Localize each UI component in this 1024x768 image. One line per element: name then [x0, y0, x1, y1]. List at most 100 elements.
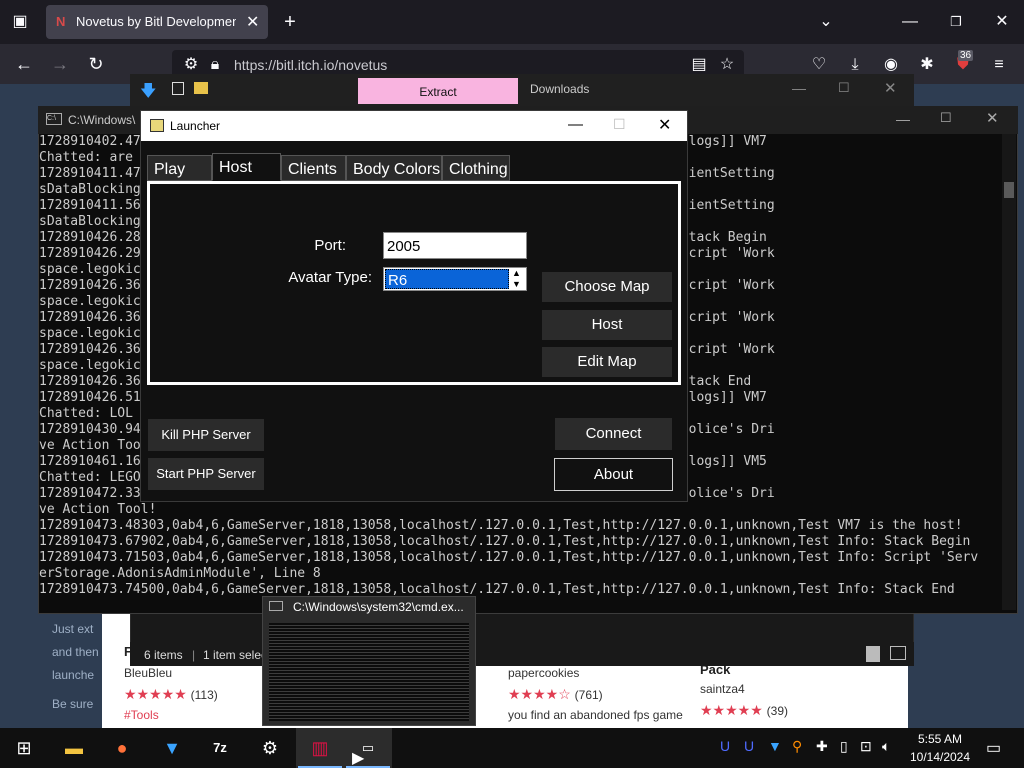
tab-clients[interactable]: Clients [281, 155, 346, 181]
card3-stars: ★★★★★ (39) [700, 702, 788, 718]
card3-author[interactable]: saintza4 [700, 682, 745, 696]
cmd-line: 1728910473.67902,0ab4,6,GameServer,1818,… [39, 534, 971, 549]
windows-start-icon[interactable]: ⊞ [0, 728, 48, 768]
minimize-icon[interactable]: — [898, 10, 922, 34]
clock-date[interactable]: 10/14/2024 [908, 750, 972, 764]
7zip-icon[interactable]: 7z [196, 728, 244, 768]
start-php-server-button[interactable]: Start PHP Server [148, 458, 264, 490]
launcher-minimize-icon[interactable]: — [568, 116, 583, 133]
explorer-title-text: Downloads [530, 82, 590, 96]
tray-search-icon[interactable]: ⚲ [792, 738, 802, 755]
explorer-minimize-icon[interactable]: — [792, 80, 806, 96]
tab-clothing[interactable]: Clothing [442, 155, 510, 181]
card3-reviews: (39) [766, 704, 788, 718]
cmd-preview-icon [269, 601, 283, 611]
reload-icon[interactable]: ↻ [84, 52, 108, 76]
tray-network-icon[interactable]: ⊡ [860, 738, 872, 755]
explorer-close-icon[interactable]: ✕ [884, 79, 897, 97]
folder-icon[interactable] [194, 82, 208, 94]
notification-center-icon[interactable]: ▭ [986, 738, 1001, 758]
edit-map-button[interactable]: Edit Map [542, 347, 672, 377]
restore-icon[interactable]: ❐ [944, 10, 968, 34]
status-selected: 1 item selec [203, 648, 268, 662]
new-tab-icon[interactable]: + [278, 10, 302, 34]
card1-author[interactable]: BleuBleu [124, 666, 172, 680]
launcher-title: Launcher [170, 119, 221, 133]
close-window-icon[interactable]: ✕ [990, 10, 1014, 34]
cmd-preview-title: C:\Windows\system32\cmd.ex... [293, 600, 464, 614]
tray-app1-icon[interactable]: U [720, 738, 730, 754]
mouse-cursor-icon: ▶ [352, 750, 365, 767]
cmd-scrollbar[interactable] [1002, 134, 1016, 610]
launcher-app-icon [150, 119, 164, 132]
cmd-line: 1728910473.71503,0ab4,6,GameServer,1818,… [39, 550, 979, 565]
quick-access-down-arrow-icon[interactable]: 🡇 [140, 80, 156, 107]
about-button[interactable]: About [554, 458, 673, 491]
tab-title: Novetus by Bitl Development S [76, 14, 236, 29]
cmd-taskbar-preview[interactable]: C:\Windows\system32\cmd.ex... [262, 596, 476, 726]
back-icon[interactable]: ← [12, 52, 36, 76]
ublock-badge: 36 [958, 50, 974, 61]
cmd-line: erStorage.AdonisAdminModule', Line 8 [39, 566, 321, 581]
chevron-down-icon[interactable]: ⌄ [814, 10, 838, 34]
explorer-maximize-icon[interactable]: ☐ [838, 80, 850, 96]
browser-tab[interactable]: N Novetus by Bitl Development S ✕ [46, 5, 268, 39]
host-button[interactable]: Host [542, 310, 672, 340]
tray-app2-icon[interactable]: U [744, 738, 754, 754]
clock-time[interactable]: 5:55 AM [908, 732, 972, 746]
avatar-type-value[interactable]: R6 [385, 269, 509, 289]
url-text[interactable]: https://bitl.itch.io/novetus [234, 57, 387, 73]
card2-reviews: (761) [574, 688, 603, 702]
large-icons-view-icon[interactable] [890, 646, 906, 660]
port-input[interactable]: 2005 [383, 232, 527, 259]
card1-tag[interactable]: #Tools [124, 708, 159, 722]
extensions-icon[interactable]: ✱ [916, 53, 938, 77]
tab-body-colors[interactable]: Body Colors [346, 155, 442, 181]
tray-volume-icon[interactable]: 🔈︎ [882, 738, 890, 755]
winrar-icon[interactable]: ▥ [296, 728, 344, 768]
list-all-tabs-icon[interactable]: ▣ [8, 10, 32, 34]
status-item-count: 6 items [144, 648, 183, 662]
properties-check-icon[interactable] [172, 82, 184, 95]
cmd-minimize-icon[interactable]: — [896, 111, 910, 127]
tab-play[interactable]: Play [147, 155, 212, 181]
tray-device-icon[interactable]: ▯ [840, 738, 848, 755]
tray-brave-icon[interactable]: ▼ [768, 738, 782, 754]
port-label: Port: [314, 237, 346, 254]
avatar-type-spinner[interactable]: R6 ▲ ▼ [383, 267, 527, 291]
file-explorer-icon[interactable]: ▬ [50, 728, 98, 768]
settings-gear-icon[interactable]: ⚙ [246, 728, 294, 768]
brave-icon[interactable]: ▼ [148, 728, 196, 768]
cmd-line: 1728910473.74500,0ab4,6,GameServer,1818,… [39, 582, 955, 597]
cmd-line: 1728910473.48303,0ab4,6,GameServer,1818,… [39, 518, 963, 533]
spinner-down-icon[interactable]: ▼ [512, 279, 521, 289]
launcher-titlebar: Launcher — ☐ ✕ [141, 111, 687, 141]
forward-icon[interactable]: → [48, 52, 72, 76]
kill-php-server-button[interactable]: Kill PHP Server [148, 419, 264, 451]
launcher-maximize-icon[interactable]: ☐ [613, 116, 626, 133]
launcher-close-icon[interactable]: ✕ [658, 115, 671, 135]
tab-host[interactable]: Host [212, 153, 281, 181]
itch-favicon-icon: N [56, 14, 66, 29]
connect-button[interactable]: Connect [555, 418, 672, 450]
cmd-preview-image [269, 623, 469, 721]
tray-defender-icon[interactable]: ✚ [816, 738, 828, 755]
details-view-icon[interactable] [866, 646, 880, 662]
ribbon-tab-extract[interactable]: Extract [358, 78, 518, 104]
choose-map-button[interactable]: Choose Map [542, 272, 672, 302]
cmd-title-text: C:\Windows\ [68, 113, 136, 127]
webpage-left-text: Just ext and then launche Be sure [52, 622, 99, 711]
card2-author[interactable]: papercookies [508, 666, 579, 680]
app-menu-icon[interactable]: ≡ [988, 53, 1010, 77]
card2-description: you find an abandoned fps game [508, 708, 683, 722]
cmd-maximize-icon[interactable]: ☐ [940, 110, 952, 126]
firefox-icon[interactable]: ● [98, 728, 146, 768]
cmd-scroll-thumb[interactable] [1004, 182, 1014, 198]
card1-stars: ★★★★★ (113) [124, 686, 218, 702]
status-separator: | [192, 648, 196, 662]
spinner-up-icon[interactable]: ▲ [512, 268, 521, 278]
card1-reviews: (113) [190, 688, 218, 702]
cmd-line: ve Action Tool! [39, 502, 157, 517]
close-tab-icon[interactable]: ✕ [246, 12, 259, 32]
cmd-close-icon[interactable]: ✕ [986, 109, 999, 127]
